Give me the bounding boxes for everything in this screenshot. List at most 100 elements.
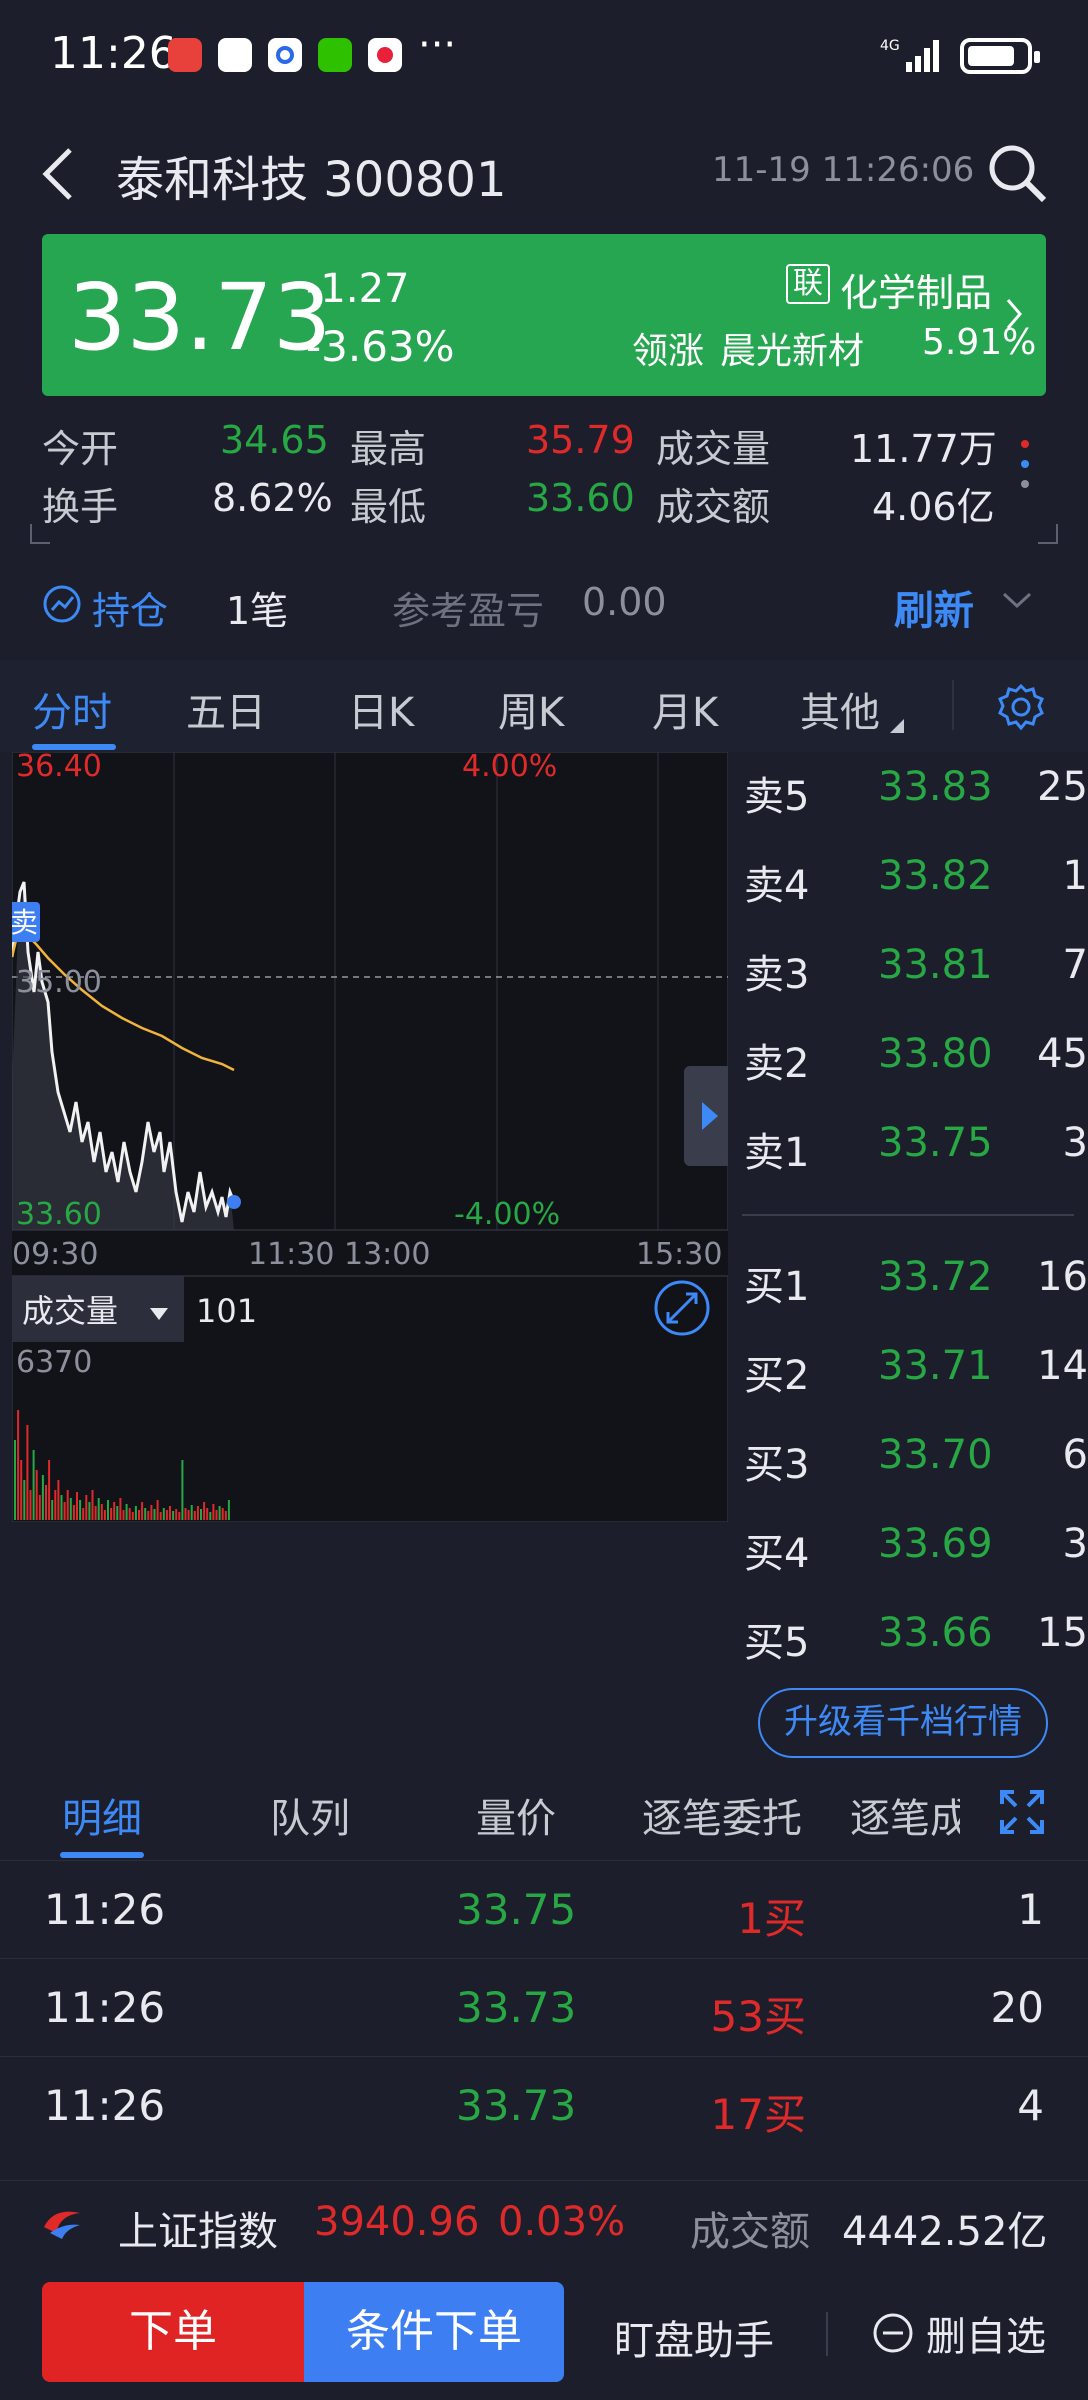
bid-volume: 16: [1037, 1254, 1088, 1300]
trade-price: 33.75: [456, 1885, 577, 1934]
bid-row[interactable]: 买1 33.72 16: [744, 1254, 1088, 1314]
tab-details[interactable]: 明细: [62, 1786, 142, 1844]
index-name: 上证指数: [118, 2209, 278, 2255]
minus-circle-icon[interactable]: [872, 2312, 914, 2358]
volume-bar: [63, 1502, 66, 1520]
tab-weekly-k[interactable]: 周K: [498, 680, 564, 738]
chevron-right-icon[interactable]: [1004, 296, 1024, 336]
quote-datetime: 11-19 11:26:06: [712, 150, 975, 190]
order-book: 卖5 33.83 25 卖4 33.82 1 卖3 33.81 7 卖2 33.…: [728, 752, 1088, 1772]
index-ticker-bar[interactable]: 上证指数 3940.96 0.03% 成交额 4442.52亿: [0, 2180, 1088, 2266]
bid-price: 33.72: [878, 1254, 993, 1300]
tab-order-by-order[interactable]: 逐笔委托: [642, 1786, 802, 1844]
bid-label: 买2: [744, 1353, 810, 1399]
search-icon[interactable]: [986, 142, 1048, 208]
ask-row[interactable]: 卖4 33.82 1: [744, 853, 1088, 913]
tab-trade-by-trade[interactable]: 逐笔成: [850, 1786, 960, 1844]
tab-volume-price[interactable]: 量价: [476, 1786, 556, 1844]
current-price: 33.73: [68, 264, 332, 371]
corner-bracket: [30, 524, 50, 544]
volume-bar: [29, 1490, 32, 1520]
volume-bar: [218, 1506, 221, 1520]
volume-bar: [224, 1511, 227, 1520]
conditional-order-button[interactable]: 条件下单: [304, 2282, 564, 2382]
tab-daily-k[interactable]: 日K: [348, 680, 414, 738]
ask-row[interactable]: 卖5 33.83 25: [744, 764, 1088, 824]
bid-price: 33.69: [878, 1521, 993, 1567]
stat-value: 11.77万: [850, 427, 997, 471]
bid-row[interactable]: 买5 33.66 15: [744, 1610, 1088, 1670]
trade-volume: 20: [990, 1983, 1044, 2032]
volume-bar: [221, 1508, 224, 1520]
chevron-down-icon[interactable]: [1000, 590, 1034, 614]
status-time: 11:26: [50, 28, 177, 79]
trade-row: 11:26 33.75 1买 1: [0, 1860, 1088, 1958]
intraday-chart[interactable]: 36.40 4.00% 35.00 33.60 -4.00% 卖 09:30 1…: [8, 749, 729, 1523]
stat-label: 成交量: [656, 427, 771, 471]
ask-volume: 3: [1062, 1120, 1088, 1166]
monitor-assistant-button[interactable]: 盯盘助手: [614, 2308, 774, 2366]
tab-five-day[interactable]: 五日: [186, 680, 266, 738]
tab-other[interactable]: 其他: [800, 680, 880, 738]
fullscreen-icon[interactable]: [998, 1788, 1046, 1840]
volume-bar: [45, 1485, 47, 1520]
volume-bar: [41, 1475, 44, 1520]
price-banner[interactable]: 33.73 -1.27 -3.63% 联 化学制品 领涨 晨光新材 5.91%: [42, 234, 1046, 396]
volume-bar: [66, 1490, 69, 1520]
volume-bar: [125, 1504, 128, 1520]
place-order-button[interactable]: 下单: [42, 2282, 304, 2382]
bid-row[interactable]: 买2 33.71 14: [744, 1343, 1088, 1403]
status-bar: 11:26 ··· 4G: [0, 0, 1088, 110]
price-change-pct: -3.63%: [306, 322, 455, 371]
bid-price: 33.71: [878, 1343, 993, 1389]
trade-price: 33.73: [456, 1983, 577, 2032]
price-low-label: 33.60: [16, 1197, 102, 1232]
position-icon[interactable]: [42, 584, 82, 628]
bid-label: 买5: [744, 1620, 810, 1666]
volume-bar: [119, 1498, 122, 1520]
tab-monthly-k[interactable]: 月K: [652, 680, 718, 738]
volume-bar: [190, 1505, 193, 1520]
ask-price: 33.82: [878, 853, 993, 899]
ask-row[interactable]: 卖3 33.81 7: [744, 942, 1088, 1002]
time-label: 09:30: [12, 1237, 98, 1272]
panel-toggle-handle[interactable]: [684, 1066, 728, 1166]
volume-bar: [110, 1508, 113, 1520]
ask-label: 卖3: [744, 952, 810, 998]
volume-bar: [14, 1440, 16, 1520]
volume-bar: [35, 1470, 38, 1520]
stat-value: 4.06亿: [872, 485, 995, 529]
volume-bar: [38, 1495, 41, 1520]
tab-intraday[interactable]: 分时: [32, 680, 112, 738]
gear-icon[interactable]: [996, 682, 1046, 736]
upgrade-depth-button[interactable]: 升级看千档行情: [758, 1688, 1048, 1758]
lead-label: 领涨: [632, 331, 705, 372]
bid-row[interactable]: 买4 33.69 3: [744, 1521, 1088, 1581]
position-label[interactable]: 持仓: [92, 580, 168, 635]
ask-label: 卖2: [744, 1041, 810, 1087]
volume-bar: [51, 1500, 54, 1520]
divider: [952, 680, 954, 730]
bid-volume: 14: [1037, 1343, 1088, 1389]
trade-volume: 1: [1017, 1885, 1044, 1934]
remove-watchlist-button[interactable]: 删自选: [926, 2304, 1046, 2362]
index-pct: 0.03%: [498, 2199, 626, 2245]
ask-label: 卖1: [744, 1130, 810, 1176]
more-dots-icon[interactable]: [1018, 436, 1032, 500]
chart-tabs: 分时 五日 日K 周K 月K 其他: [0, 660, 1088, 752]
bid-volume: 3: [1062, 1521, 1088, 1567]
trade-time: 11:26: [44, 1885, 166, 1934]
bid-row[interactable]: 买3 33.70 6: [744, 1432, 1088, 1492]
ask-row[interactable]: 卖1 33.75 3: [744, 1120, 1088, 1180]
refresh-button[interactable]: 刷新: [894, 578, 974, 636]
order-book-divider: [742, 1214, 1074, 1216]
network-type-text: 4G: [880, 38, 900, 54]
ask-row[interactable]: 卖2 33.80 45: [744, 1031, 1088, 1091]
volume-bar: [17, 1410, 20, 1520]
tab-queue[interactable]: 队列: [270, 1786, 350, 1844]
back-icon[interactable]: [40, 146, 76, 206]
volume-bar: [76, 1492, 78, 1520]
price-change: -1.27: [306, 266, 410, 312]
volume-bar: [153, 1509, 156, 1520]
volume-bar: [159, 1512, 162, 1520]
